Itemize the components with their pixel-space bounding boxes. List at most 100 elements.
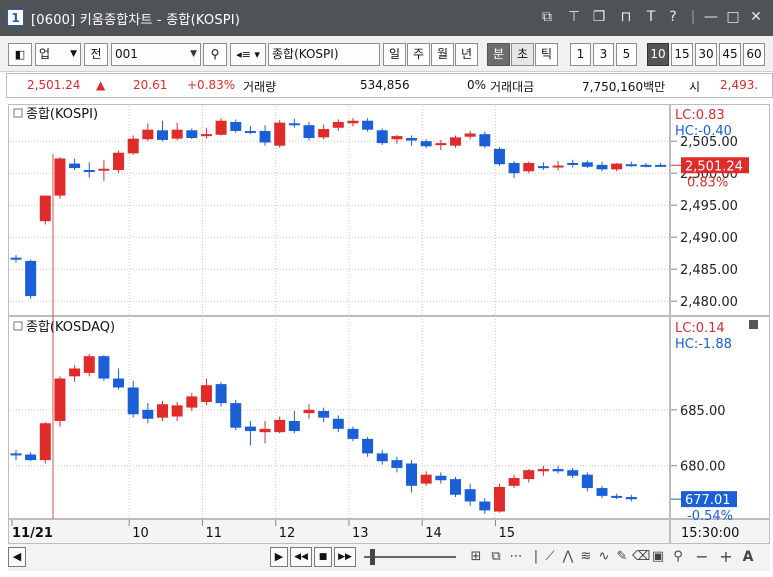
time-tick-label: 13 bbox=[352, 526, 369, 541]
candle-body bbox=[10, 453, 22, 456]
title-bar: 1 [0600] 키움종합차트 - 종합(KOSPI) ⧉ ⊤ ❐ ⊓ T ? … bbox=[0, 0, 773, 36]
rewind-button[interactable]: ◀◀ bbox=[290, 547, 312, 567]
candle-body bbox=[625, 164, 637, 167]
play-button[interactable]: ▶ bbox=[270, 547, 288, 567]
close-icon[interactable]: ✕ bbox=[747, 8, 765, 26]
panel-close-icon[interactable] bbox=[749, 320, 758, 329]
candle-body bbox=[479, 501, 491, 511]
candle-body bbox=[98, 356, 110, 379]
candle-body bbox=[157, 404, 168, 418]
time-axis[interactable] bbox=[8, 519, 670, 544]
candle-body bbox=[318, 410, 330, 418]
interval-5-button[interactable]: 5 bbox=[616, 43, 637, 66]
candle-body bbox=[391, 136, 403, 140]
candle-body bbox=[127, 138, 139, 154]
kospi-panel-toggle-icon[interactable] bbox=[13, 108, 23, 118]
layout-icon[interactable]: ◧ bbox=[8, 43, 32, 66]
chart-area[interactable]: 종합(KOSPI) 종합(KOSDAQ) LC:0.83 HC:-0.40 LC… bbox=[8, 104, 770, 544]
window-number-badge[interactable]: 1 bbox=[7, 9, 24, 26]
candle-body bbox=[39, 195, 51, 222]
kospi-lc-label: LC:0.83 bbox=[675, 108, 725, 123]
zigzag-icon[interactable]: ≋ bbox=[578, 548, 594, 566]
candle-body bbox=[288, 421, 300, 432]
quote-bar: 2,501.24 ▲ 20.61 +0.83% 거래량 534,856 0% 거… bbox=[6, 73, 773, 98]
chart-canvas[interactable]: 종합(KOSPI) 종합(KOSDAQ) LC:0.83 HC:-0.40 LC… bbox=[8, 104, 770, 544]
candle-body bbox=[25, 454, 37, 461]
fan-line-icon[interactable]: ⋀ bbox=[560, 548, 576, 566]
interval-15-button[interactable]: 15 bbox=[671, 43, 693, 66]
maximize-icon[interactable]: □ bbox=[724, 8, 742, 26]
zoom-slider-handle[interactable] bbox=[370, 549, 375, 565]
candle-body bbox=[186, 396, 198, 408]
zoom-slider-track[interactable] bbox=[364, 556, 456, 558]
kosdaq-panel bbox=[8, 316, 670, 519]
crosshair-icon[interactable]: ⊞ bbox=[468, 548, 484, 566]
period-minute-button[interactable]: 분 bbox=[487, 43, 510, 66]
amount-value: 7,750,160백만 bbox=[582, 80, 666, 94]
candle-body bbox=[464, 489, 476, 502]
trendline-icon[interactable]: ⟋ bbox=[542, 548, 558, 566]
interval-45-button[interactable]: 45 bbox=[719, 43, 741, 66]
magnifier-icon[interactable]: ⚲ bbox=[670, 548, 686, 566]
candle-body bbox=[142, 129, 154, 140]
price-change: 20.61 bbox=[133, 78, 168, 92]
link-icon[interactable]: ⧉ bbox=[538, 8, 556, 26]
price-tick-label: 2,485.00 bbox=[680, 263, 738, 278]
period-year-button[interactable]: 년 bbox=[455, 43, 478, 66]
pencil-icon[interactable]: ✎ bbox=[614, 548, 630, 566]
kosdaq-panel-toggle-icon[interactable] bbox=[13, 321, 23, 331]
kosdaq-panel-title: 종합(KOSDAQ) bbox=[26, 320, 115, 335]
candle-body bbox=[567, 470, 579, 476]
interval-30-button[interactable]: 30 bbox=[695, 43, 717, 66]
restore-window-icon[interactable]: ❐ bbox=[590, 8, 608, 26]
font-icon[interactable]: T bbox=[642, 8, 660, 26]
window-title: [0600] 키움종합차트 - 종합(KOSPI) bbox=[31, 13, 241, 28]
interval-60-button[interactable]: 60 bbox=[743, 43, 765, 66]
grid-toggle-icon[interactable]: ⋯ bbox=[508, 548, 524, 566]
kosdaq-current-pct-label: -0.54% bbox=[687, 509, 733, 524]
window-layout-icon[interactable]: ⧉ bbox=[488, 548, 504, 566]
paste-icon[interactable]: ▣ bbox=[650, 548, 666, 566]
candle-body bbox=[347, 120, 359, 124]
market-select[interactable]: 업 ▼ bbox=[35, 43, 81, 66]
kospi-current-price-label: 2,501.24 bbox=[685, 159, 743, 174]
market-select-value: 업 bbox=[39, 47, 51, 61]
wave-icon[interactable]: ∿ bbox=[596, 548, 612, 566]
name-input[interactable]: 종합(KOSPI) bbox=[268, 43, 380, 66]
candle-body bbox=[259, 130, 271, 143]
period-day-button[interactable]: 일 bbox=[383, 43, 406, 66]
price-tick-label: 2,495.00 bbox=[680, 199, 738, 214]
zoom-in-icon[interactable]: + bbox=[718, 548, 734, 566]
interval-10-button[interactable]: 10 bbox=[647, 43, 669, 66]
time-tick-label: 12 bbox=[279, 526, 296, 541]
chevron-down-icon: ▼ bbox=[190, 49, 197, 59]
interval-3-button[interactable]: 3 bbox=[593, 43, 614, 66]
period-tick-button[interactable]: 틱 bbox=[535, 43, 558, 66]
candle-body bbox=[259, 428, 271, 433]
code-input[interactable]: 001 ▼ bbox=[111, 43, 201, 66]
period-second-button[interactable]: 초 bbox=[511, 43, 534, 66]
candle-body bbox=[581, 162, 593, 167]
candle-body bbox=[347, 428, 359, 439]
help-icon[interactable]: ? bbox=[664, 8, 682, 26]
candle-body bbox=[464, 133, 476, 137]
candle-body bbox=[537, 469, 549, 472]
period-month-button[interactable]: 월 bbox=[431, 43, 454, 66]
period-week-button[interactable]: 주 bbox=[407, 43, 430, 66]
interval-1-button[interactable]: 1 bbox=[570, 43, 591, 66]
time-tick-label: 10 bbox=[132, 526, 149, 541]
eraser-icon[interactable]: ⌫ bbox=[632, 548, 650, 566]
candle-body bbox=[274, 122, 286, 146]
minimize-icon[interactable]: — bbox=[702, 8, 720, 26]
stop-button[interactable]: ■ bbox=[314, 547, 332, 567]
pin-top-icon[interactable]: ⊤ bbox=[565, 8, 583, 26]
pin-icon[interactable]: ⊓ bbox=[617, 8, 635, 26]
fast-forward-button[interactable]: ▶▶ bbox=[334, 547, 356, 567]
speaker-icon[interactable]: ◂≡ ▾ bbox=[230, 43, 266, 66]
search-icon[interactable]: ⚲ bbox=[203, 43, 227, 66]
zoom-out-icon[interactable]: − bbox=[694, 548, 710, 566]
text-tool-icon[interactable]: A bbox=[740, 548, 756, 566]
prev-button[interactable]: 전 bbox=[84, 43, 108, 66]
scroll-left-button[interactable]: ◀ bbox=[8, 547, 26, 567]
kosdaq-hc-label: HC:-1.88 bbox=[675, 337, 732, 352]
